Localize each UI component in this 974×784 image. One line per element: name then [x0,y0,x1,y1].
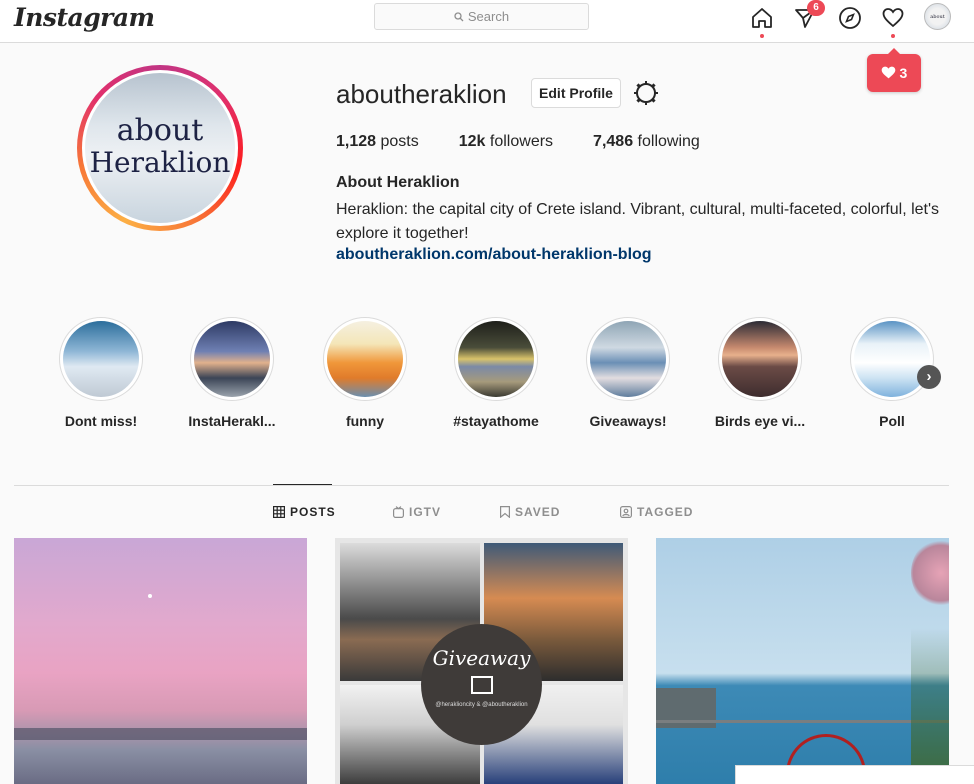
tab-saved[interactable]: SAVED [500,505,560,519]
tab-posts[interactable]: POSTS [273,505,336,519]
highlight-label: Poll [879,413,905,429]
gift-box-icon [470,676,493,694]
highlight-item[interactable]: funny [315,317,415,429]
blossom-tree-shape [911,538,949,608]
following-count[interactable]: 7,486 following [593,133,700,151]
highlight-item[interactable]: Birds eye vi... [710,317,810,429]
story-highlights: Dont miss! InstaHerakl... funny #stayath… [0,317,974,437]
avatar-text-line2: Heraklion [89,146,231,179]
explore-compass-icon[interactable] [838,6,862,30]
posts-label: posts [380,133,419,150]
post-thumbnail[interactable]: Giveaway @heraklioncity & @aboutheraklio… [335,538,628,784]
highlight-label: InstaHerakl... [188,413,276,429]
followers-value: 12k [458,133,486,150]
profile-avatar-ring[interactable]: about Heraklion [77,65,243,231]
highlight-ring [190,317,274,401]
search-icon [454,12,464,22]
foliage-shape [911,628,949,784]
post-thumbnail[interactable] [656,538,949,784]
profile-website-link[interactable]: aboutheraklion.com/about-heraklion-blog [336,246,652,264]
followers-count[interactable]: 12k followers [459,133,553,151]
highlight-cover [590,321,666,397]
home-active-dot [760,34,764,38]
highlight-ring [718,317,802,401]
highlight-label: Birds eye vi... [714,413,806,429]
instagram-logo[interactable]: Instagram [14,3,155,32]
bookmark-icon [500,506,510,519]
highlight-cover [722,321,798,397]
profile-full-name: About Heraklion [336,174,460,191]
highlight-label: Dont miss! [64,413,138,429]
moon-shape [148,594,152,598]
highlight-label: #stayathome [453,413,539,429]
tab-tagged[interactable]: TAGGED [620,505,693,519]
posts-value: 1,128 [336,133,377,150]
edit-profile-button[interactable]: Edit Profile [531,78,621,108]
nav-avatar-text: about Heraklion [930,14,945,20]
railing-shape [656,720,949,723]
highlight-cover [63,321,139,397]
profile-stats: 1,128 posts 12k followers 7,486 followin… [336,133,740,151]
giveaway-subtitle: @heraklioncity & @aboutheraklion [435,702,528,708]
highlight-label: Giveaways! [589,413,667,429]
heart-filled-icon [881,66,895,79]
post-thumbnail[interactable] [14,538,307,784]
giveaway-badge: Giveaway @heraklioncity & @aboutheraklio… [421,624,542,745]
highlight-ring [454,317,538,401]
activity-heart-icon[interactable] [881,6,905,30]
highlight-ring [323,317,407,401]
highlight-item[interactable]: Dont miss! [51,317,151,429]
tab-igtv-label: IGTV [409,505,442,519]
following-value: 7,486 [593,133,634,150]
likes-notification-popup[interactable]: 3 [867,48,921,92]
highlight-ring [586,317,670,401]
active-tab-indicator [273,484,332,485]
notification-badge: 6 [807,0,825,16]
settings-gear-icon[interactable] [633,80,659,106]
posts-count: 1,128 posts [336,133,419,151]
highlight-item[interactable]: #stayathome [446,317,546,429]
tab-igtv[interactable]: IGTV [393,505,441,519]
activity-dot [891,34,895,38]
home-icon[interactable] [750,6,774,30]
highlight-item[interactable]: Giveaways! [578,317,678,429]
tabs-divider [14,485,949,486]
igtv-icon [393,506,405,519]
highlight-label: funny [345,413,385,429]
profile-avatar: about Heraklion [82,70,238,226]
avatar-text-line1: about [116,113,204,148]
tagged-icon [620,506,633,519]
followers-label: followers [489,133,554,150]
tab-posts-label: POSTS [290,505,336,519]
highlights-next-arrow-icon[interactable]: › [917,365,941,389]
highlight-cover [854,321,930,397]
likes-popup-count: 3 [899,65,908,81]
giveaway-title: Giveaway [432,646,531,670]
highlight-cover [327,321,403,397]
profile-username: aboutheraklion [336,79,507,109]
tab-saved-label: SAVED [515,505,561,519]
profile-avatar-small[interactable]: about Heraklion [924,3,951,30]
following-label: following [637,133,700,150]
grid-icon [273,506,286,519]
highlight-ring [850,317,934,401]
top-nav-bar: Instagram Search 6 about Heraklion [0,0,974,43]
bottom-corner-panel [735,765,974,784]
search-placeholder: Search [467,9,510,24]
highlight-item[interactable]: InstaHerakl... [182,317,282,429]
highlight-cover [194,321,270,397]
highlight-ring [59,317,143,401]
search-input[interactable]: Search [374,3,589,30]
profile-bio: Heraklion: the capital city of Crete isl… [336,201,940,242]
tab-tagged-label: TAGGED [637,505,694,519]
shoreline-shape [14,728,307,740]
highlight-cover [458,321,534,397]
